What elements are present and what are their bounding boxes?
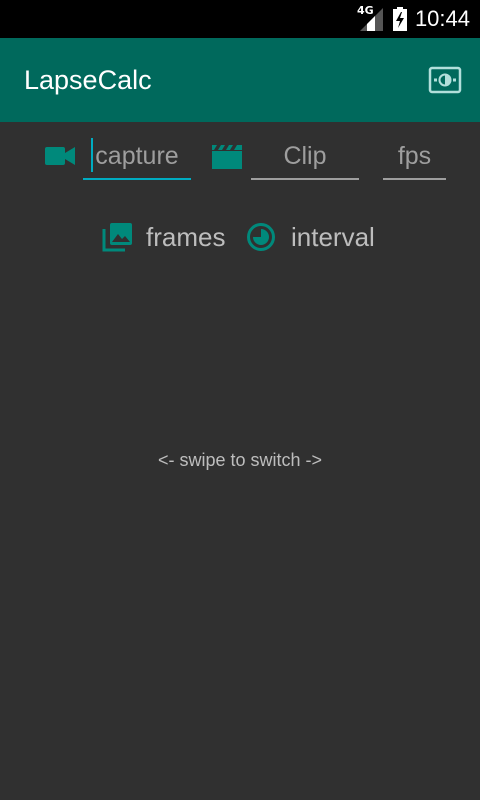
settings-brightness-icon[interactable] — [428, 64, 462, 96]
battery-charging-icon — [392, 7, 407, 31]
status-icons: 4G 10:44 — [357, 0, 470, 38]
fps-placeholder: fps — [397, 142, 432, 170]
mode-row: frames interval — [0, 212, 480, 262]
text-cursor — [91, 138, 93, 172]
swipe-hint: <- swipe to switch -> — [157, 450, 323, 470]
app-bar: LapseCalc — [0, 38, 480, 122]
capture-underline — [83, 178, 191, 180]
photo-library-icon[interactable] — [100, 220, 134, 254]
clip-placeholder: Clip — [283, 142, 327, 170]
interval-toggle-label[interactable]: interval — [291, 212, 375, 262]
videocam-icon — [44, 142, 76, 170]
clip-underline — [251, 178, 359, 180]
capture-field[interactable]: capture — [83, 132, 191, 180]
movie-clapper-icon — [211, 142, 243, 170]
capture-placeholder: capture — [95, 142, 179, 170]
clip-field[interactable]: Clip — [251, 132, 359, 180]
app-title: LapseCalc — [24, 65, 152, 95]
input-row: capture Clip fps — [0, 132, 480, 184]
fps-field[interactable]: fps — [383, 132, 446, 180]
frames-toggle-label[interactable]: frames — [146, 212, 225, 262]
timelapse-icon[interactable] — [245, 221, 277, 253]
fps-underline — [383, 178, 446, 180]
clock: 10:44 — [414, 6, 470, 31]
status-bar: 4G 10:44 — [0, 0, 480, 38]
signal-icon: 4G — [357, 4, 385, 32]
